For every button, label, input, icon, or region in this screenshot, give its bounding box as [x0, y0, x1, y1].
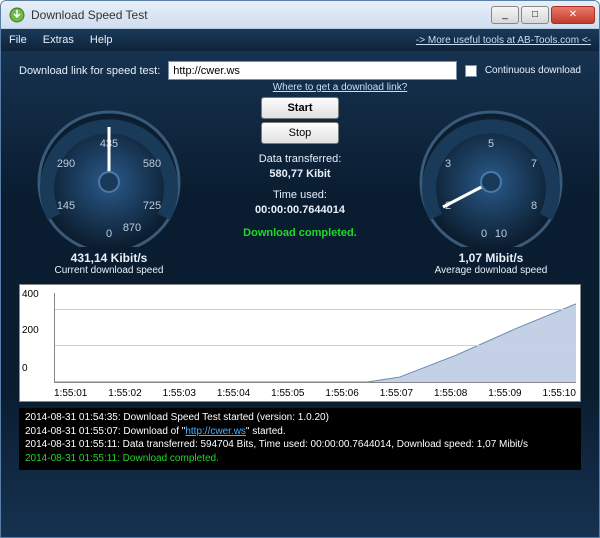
svg-text:10: 10: [495, 228, 507, 240]
speed-chart: 400 200 0 1:55:01 1:55:02 1:55:03 1:55:0…: [19, 284, 581, 402]
svg-text:290: 290: [57, 158, 75, 170]
menu-extras[interactable]: Extras: [43, 34, 74, 46]
gauge-current: 0 145 290 435 580 725 870 431,14 Kibit/s…: [19, 97, 199, 276]
continuous-label: Continuous download: [485, 65, 581, 76]
svg-text:3: 3: [445, 158, 451, 170]
continuous-checkbox[interactable]: [465, 65, 477, 77]
menu-help[interactable]: Help: [90, 34, 113, 46]
svg-text:580: 580: [143, 158, 161, 170]
svg-text:0: 0: [106, 228, 112, 240]
status-text: Download completed.: [243, 227, 357, 239]
log-entry: 2014-08-31 01:55:11: Download completed.: [25, 452, 575, 466]
current-speed-value: 431,14 Kibit/s: [71, 251, 148, 265]
average-speed-label: Average download speed: [435, 265, 548, 276]
get-link[interactable]: Where to get a download link?: [273, 82, 408, 93]
current-speed-label: Current download speed: [55, 265, 164, 276]
menu-bar: File Extras Help -> More useful tools at…: [1, 29, 599, 51]
minimize-button[interactable]: _: [491, 6, 519, 24]
menu-file[interactable]: File: [9, 34, 27, 46]
url-input[interactable]: [168, 61, 457, 80]
log-entry: 2014-08-31 01:55:11: Data transferred: 5…: [25, 438, 575, 452]
url-label: Download link for speed test:: [19, 65, 160, 77]
more-tools-link[interactable]: -> More useful tools at AB-Tools.com <-: [416, 35, 591, 46]
svg-text:725: 725: [143, 200, 161, 212]
stop-button[interactable]: Stop: [261, 122, 339, 144]
time-used-label: Time used:: [273, 189, 327, 201]
svg-text:0: 0: [481, 228, 487, 240]
log-box: 2014-08-31 01:54:35: Download Speed Test…: [19, 408, 581, 470]
gauge-average: 0 2 3 5 7 8 10 1,07 Mibit/s Average down…: [401, 97, 581, 276]
time-used-value: 00:00:00.7644014: [255, 204, 345, 216]
log-entry: 2014-08-31 01:54:35: Download Speed Test…: [25, 411, 575, 425]
start-button[interactable]: Start: [261, 97, 339, 119]
svg-text:145: 145: [57, 200, 75, 212]
svg-text:5: 5: [488, 138, 494, 150]
log-link[interactable]: http://cwer.ws: [185, 426, 246, 437]
close-button[interactable]: ✕: [551, 6, 595, 24]
data-transferred-value: 580,77 Kibit: [269, 168, 330, 180]
window-title: Download Speed Test: [31, 8, 491, 22]
title-bar: Download Speed Test _ □ ✕: [1, 1, 599, 29]
data-transferred-label: Data transferred:: [259, 153, 342, 165]
average-speed-value: 1,07 Mibit/s: [459, 251, 524, 265]
maximize-button[interactable]: □: [521, 6, 549, 24]
svg-text:870: 870: [123, 222, 141, 234]
log-entry: 2014-08-31 01:55:07: Download of "http:/…: [25, 425, 575, 439]
svg-text:7: 7: [531, 158, 537, 170]
app-icon: [9, 7, 25, 23]
svg-text:8: 8: [531, 200, 537, 212]
